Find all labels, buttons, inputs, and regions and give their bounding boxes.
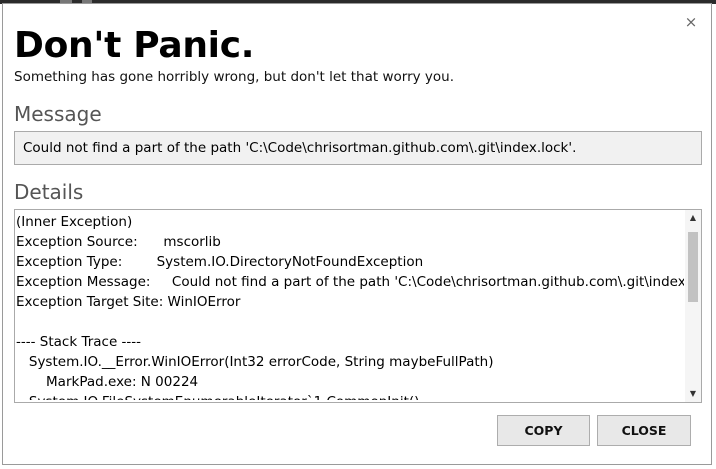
scroll-thumb[interactable] — [688, 232, 698, 302]
details-line: ---- Stack Trace ---- — [16, 334, 142, 350]
close-icon[interactable]: × — [683, 14, 699, 30]
copy-button[interactable]: COPY — [497, 415, 590, 446]
details-line: Exception Message: Could not find a part… — [16, 274, 684, 290]
scroll-up-icon[interactable]: ▲ — [685, 210, 701, 226]
details-line: Exception Source: mscorlib — [16, 234, 221, 250]
details-line: System.IO.FileSystemEnumerableIterator`1… — [16, 392, 684, 400]
scroll-down-icon[interactable]: ▼ — [685, 386, 701, 402]
details-line — [16, 312, 684, 332]
dialog-title: Don't Panic. — [14, 25, 255, 66]
details-text: (Inner Exception) Exception Source: mscor… — [16, 212, 684, 400]
details-line: System.IO.__Error.WinIOError(Int32 error… — [16, 354, 494, 370]
details-scrollbar[interactable]: ▲ ▼ — [685, 210, 701, 402]
close-button[interactable]: CLOSE — [597, 415, 691, 446]
message-field[interactable]: Could not find a part of the path 'C:\Co… — [14, 131, 702, 165]
dialog-subtitle: Something has gone horribly wrong, but d… — [14, 69, 455, 85]
error-dialog: × Don't Panic. Something has gone horrib… — [2, 3, 712, 465]
details-label: Details — [14, 180, 84, 204]
message-label: Message — [14, 102, 102, 126]
details-line: (Inner Exception) — [16, 214, 133, 230]
details-textbox[interactable]: (Inner Exception) Exception Source: mscor… — [14, 209, 702, 403]
details-line: Exception Type: System.IO.DirectoryNotFo… — [16, 254, 424, 270]
details-line: Exception Target Site: WinIOError — [16, 294, 241, 310]
details-line: MarkPad.exe: N 00224 — [16, 374, 199, 390]
